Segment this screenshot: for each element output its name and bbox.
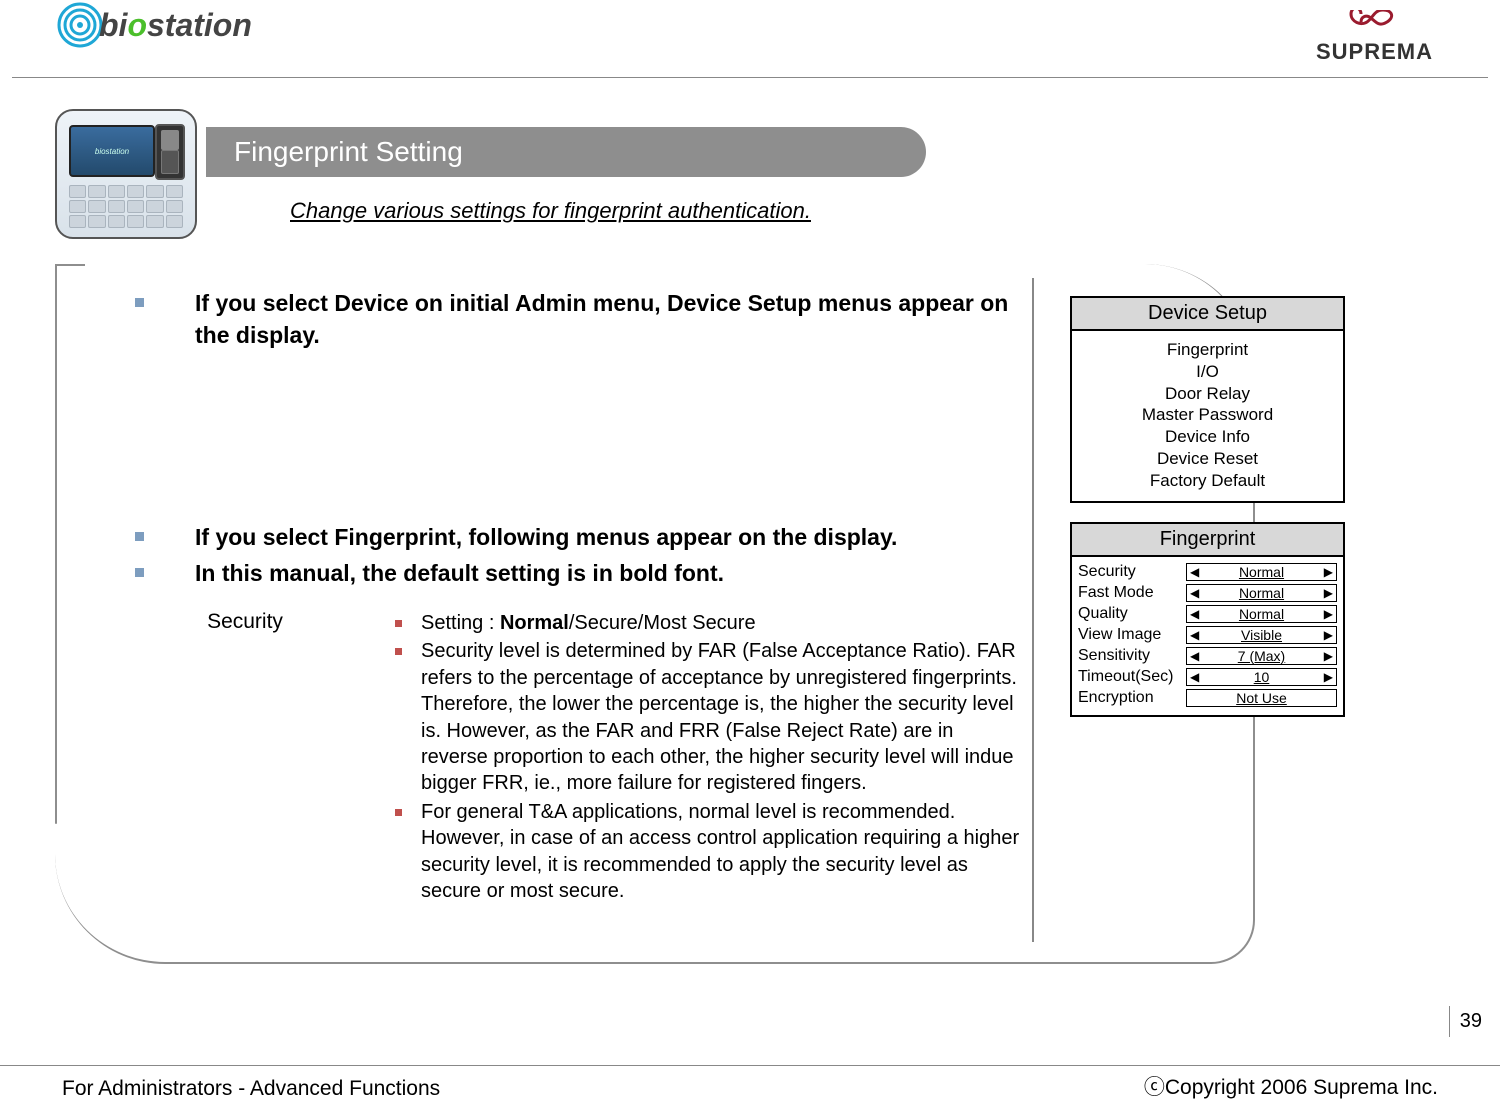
suprema-wordmark: SUPREMA	[1316, 39, 1433, 65]
security-details: Setting : Normal/Secure/Most Secure Secu…	[395, 610, 1025, 906]
vertical-separator	[1032, 278, 1034, 942]
setting-value: Not Use	[1236, 690, 1287, 706]
arrow-right-icon[interactable]: ▶	[1324, 586, 1333, 600]
detail-text: /Secure/Most Secure	[569, 612, 756, 634]
page-subtitle: Change various settings for fingerprint …	[290, 198, 811, 224]
setting-value: Visible	[1241, 627, 1282, 643]
arrow-left-icon[interactable]: ◀	[1190, 670, 1199, 684]
suprema-logo: SUPREMA	[1316, 10, 1433, 65]
setting-value-selector: ◀Not Use▶	[1186, 689, 1337, 707]
arrow-left-icon[interactable]: ◀	[1190, 565, 1199, 579]
biostation-wordmark: biostation	[99, 7, 252, 43]
bullet-icon	[135, 568, 144, 577]
detail-text: Setting :	[421, 612, 500, 634]
list-item: Door Relay	[1080, 383, 1335, 405]
setting-label: Quality	[1078, 605, 1186, 623]
arrow-right-icon[interactable]: ▶	[1324, 649, 1333, 663]
bullet-icon	[135, 298, 144, 307]
setting-value: Normal	[1239, 606, 1284, 622]
detail-item: Security level is determined by FAR (Fal…	[395, 638, 1025, 796]
main-point-1: If you select Device on initial Admin me…	[195, 288, 1015, 351]
list-item: Device Info	[1080, 426, 1335, 448]
page-title: Fingerprint Setting	[206, 127, 926, 177]
fingerprint-panel: Fingerprint Security◀Normal▶Fast Mode◀No…	[1070, 522, 1345, 717]
detail-item: Setting : Normal/Secure/Most Secure	[395, 610, 1025, 636]
setting-row: Encryption◀Not Use▶	[1078, 688, 1337, 708]
arrow-left-icon[interactable]: ◀	[1190, 607, 1199, 621]
list-item: Fingerprint	[1080, 339, 1335, 361]
header: biostation SUPREMA	[12, 0, 1488, 78]
setting-label: Fast Mode	[1078, 584, 1186, 602]
setting-row: Sensitivity ◀ 7 (Max) ▶	[1078, 646, 1337, 666]
device-setup-list: Fingerprint I/O Door Relay Master Passwo…	[1072, 331, 1343, 501]
arrow-right-icon[interactable]: ▶	[1324, 670, 1333, 684]
ripple-icon	[57, 2, 103, 48]
setting-label: Encryption	[1078, 689, 1186, 707]
setting-label: Timeout(Sec)	[1078, 668, 1186, 686]
main-point-3: In this manual, the default setting is i…	[195, 558, 1015, 590]
arrow-right-icon[interactable]: ▶	[1324, 628, 1333, 642]
setting-value-selector[interactable]: ◀ Normal ▶	[1186, 563, 1337, 581]
setting-value-selector[interactable]: ◀ 7 (Max) ▶	[1186, 647, 1337, 665]
page-number: 39	[1449, 1006, 1482, 1037]
device-setup-panel: Device Setup Fingerprint I/O Door Relay …	[1070, 296, 1345, 503]
setting-label: Security	[1078, 563, 1186, 581]
panel-title: Fingerprint	[1072, 524, 1343, 557]
parameter-label-security: Security	[135, 610, 355, 634]
main-point-2: If you select Fingerprint, following men…	[195, 522, 1015, 554]
setting-value: 7 (Max)	[1238, 648, 1285, 664]
setting-value-selector[interactable]: ◀ 10 ▶	[1186, 668, 1337, 686]
list-item: Master Password	[1080, 404, 1335, 426]
biostation-logo: biostation	[57, 2, 252, 48]
setting-row: Fast Mode ◀ Normal ▶	[1078, 583, 1337, 603]
setting-row: View Image ◀ Visible ▶	[1078, 625, 1337, 645]
list-item: I/O	[1080, 361, 1335, 383]
setting-label: View Image	[1078, 626, 1186, 644]
setting-value-selector[interactable]: ◀ Normal ▶	[1186, 584, 1337, 602]
setting-row: Timeout(Sec) ◀ 10 ▶	[1078, 667, 1337, 687]
detail-bold: Normal	[500, 612, 569, 634]
setting-value-selector[interactable]: ◀ Visible ▶	[1186, 626, 1337, 644]
bullet-icon	[135, 532, 144, 541]
setting-value: Normal	[1239, 585, 1284, 601]
list-item: Device Reset	[1080, 448, 1335, 470]
arrow-left-icon[interactable]: ◀	[1190, 586, 1199, 600]
footer-right: ⓒCopyright 2006 Suprema Inc.	[1144, 1071, 1438, 1101]
footer: For Administrators - Advanced Functions …	[0, 1065, 1500, 1117]
setting-value: Normal	[1239, 564, 1284, 580]
infinity-icon	[1349, 10, 1399, 34]
arrow-left-icon[interactable]: ◀	[1190, 628, 1199, 642]
panel-title: Device Setup	[1072, 298, 1343, 331]
footer-left: For Administrators - Advanced Functions	[62, 1077, 440, 1101]
list-item: Factory Default	[1080, 470, 1335, 492]
setting-value: 10	[1254, 669, 1270, 685]
detail-item: For general T&A applications, normal lev…	[395, 799, 1025, 905]
arrow-left-icon[interactable]: ◀	[1190, 649, 1199, 663]
setting-row: Security ◀ Normal ▶	[1078, 562, 1337, 582]
setting-value-selector[interactable]: ◀ Normal ▶	[1186, 605, 1337, 623]
setting-label: Sensitivity	[1078, 647, 1186, 665]
arrow-right-icon[interactable]: ▶	[1324, 607, 1333, 621]
arrow-right-icon[interactable]: ▶	[1324, 565, 1333, 579]
fingerprint-settings: Security◀Normal▶Fast Mode◀Normal▶Quality…	[1072, 557, 1343, 715]
device-illustration: biostation	[55, 109, 197, 239]
setting-row: Quality ◀ Normal ▶	[1078, 604, 1337, 624]
